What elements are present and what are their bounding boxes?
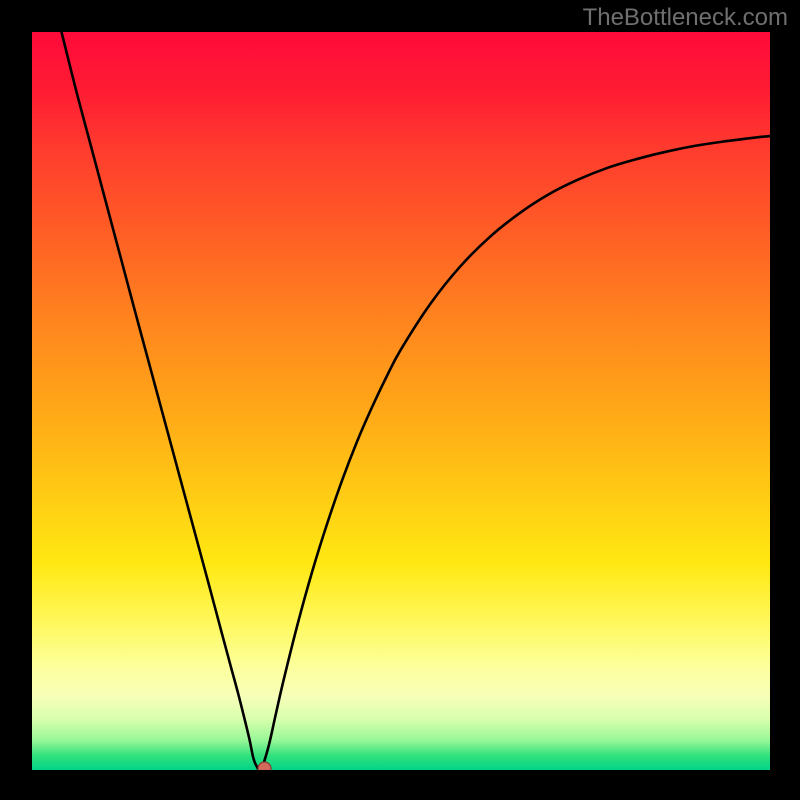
optimal-point-marker [258,762,271,770]
chart-stage: TheBottleneck.com [0,0,800,800]
plot-area [32,32,770,770]
attribution-label: TheBottleneck.com [583,4,788,32]
bottleneck-curve [62,32,770,770]
chart-svg [32,32,770,770]
